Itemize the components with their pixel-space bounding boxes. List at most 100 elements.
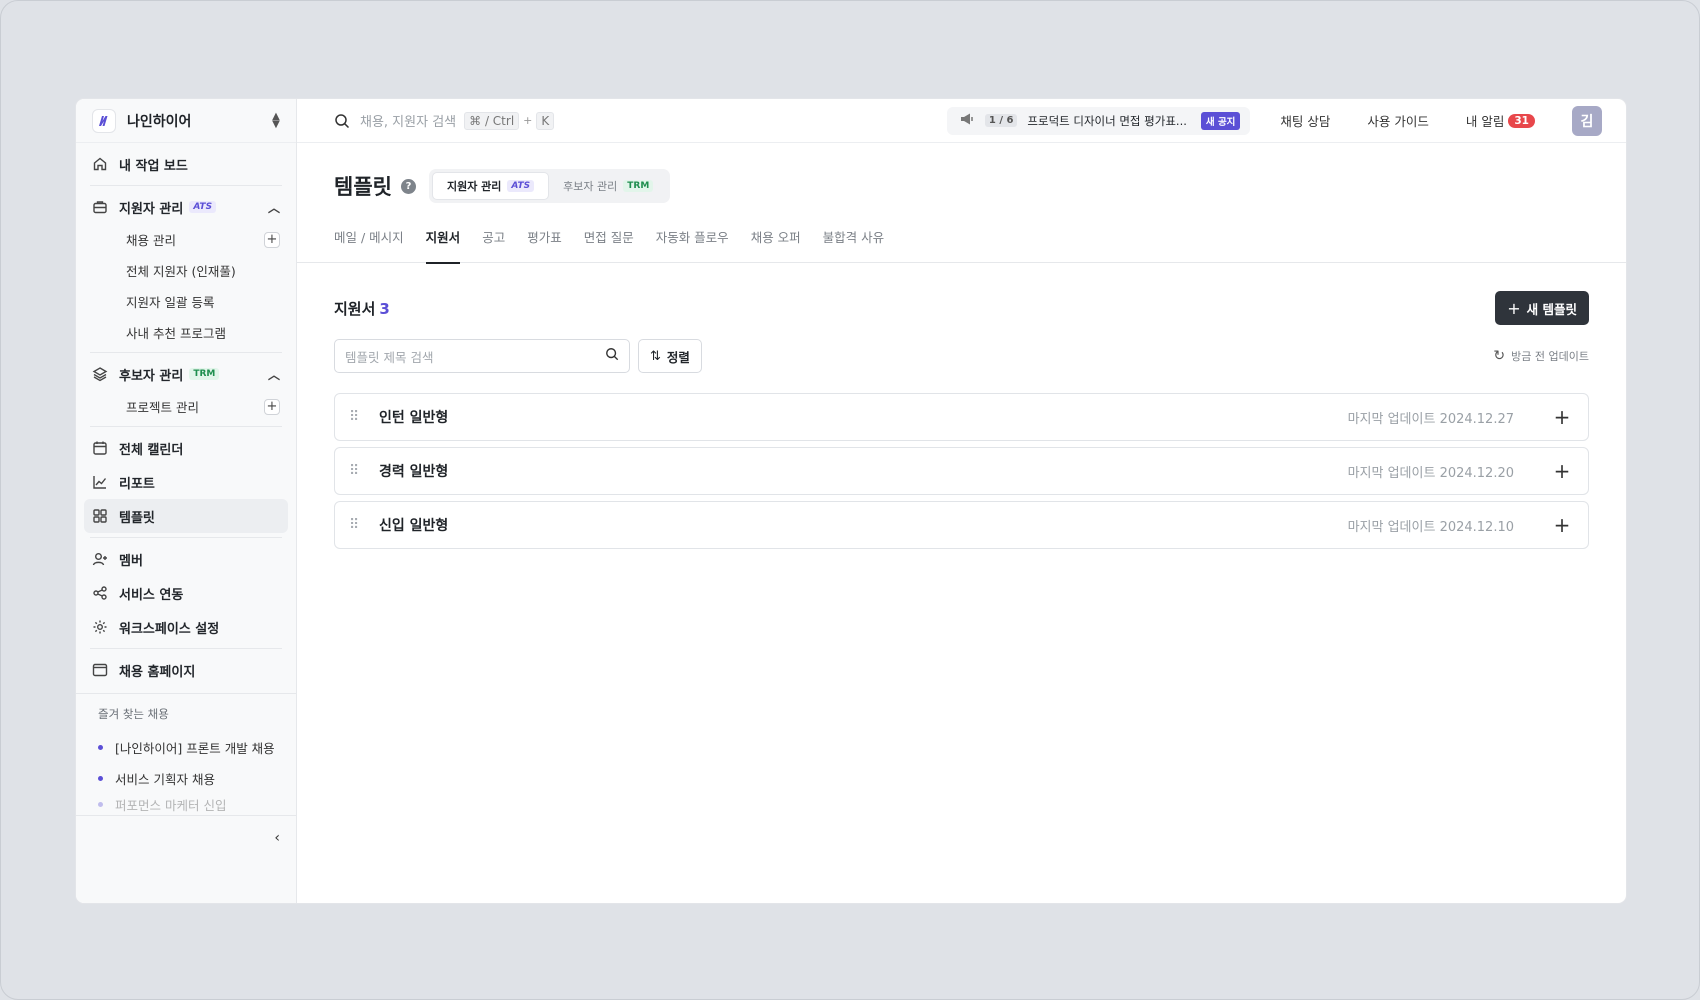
bullet-dot-icon (98, 776, 103, 781)
app-window: 나인하이어 ▲ ▼ 내 작업 보드 지원자 관리 ATS ︿ 채용 관리 + 전… (76, 99, 1626, 903)
sidebar-item-calendar[interactable]: 전체 캘린더 (84, 431, 288, 465)
page-header: 템플릿 ? 지원자 관리 ATS 후보자 관리 TRM (297, 143, 1626, 203)
user-guide-link[interactable]: 사용 가이드 (1367, 111, 1428, 130)
sidebar-item-label: 내 작업 보드 (119, 158, 188, 174)
sidebar-item-report[interactable]: 리포트 (84, 465, 288, 499)
new-notice-badge: 새 공지 (1200, 111, 1241, 130)
tab-job-offer[interactable]: 채용 오퍼 (751, 223, 801, 263)
favorites-section: 즐겨 찾는 채용 [나인하이어] 프론트 개발 채용 서비스 기획자 채용 퍼포… (76, 693, 296, 814)
sidebar-item-integration[interactable]: 서비스 연동 (84, 576, 288, 610)
grid-icon (92, 508, 108, 524)
chevron-up-icon[interactable]: ︿ (268, 199, 280, 216)
drag-handle-icon[interactable]: ⠿ (349, 517, 365, 533)
favorite-item[interactable]: [나인하이어] 프론트 개발 채용 (98, 732, 280, 763)
section-title-label: 지원서 (334, 299, 376, 318)
search-placeholder: 템플릿 제목 검색 (345, 349, 434, 365)
favorites-title: 즐겨 찾는 채용 (98, 707, 169, 721)
favorite-item[interactable]: 서비스 기획자 채용 (98, 763, 280, 794)
sidebar-subitem-bulk-register[interactable]: 지원자 일괄 등록 (84, 286, 288, 317)
sort-arrows-icon: ⇅ (650, 348, 661, 364)
template-title: 경력 일반형 (379, 464, 449, 480)
search-icon[interactable] (605, 347, 619, 365)
gear-icon (92, 619, 108, 635)
list-item[interactable]: ⠿ 신입 일반형 마지막 업데이트 2024.12.10 + (334, 501, 1589, 549)
plus-icon: + (1507, 298, 1521, 318)
template-search-input[interactable]: 템플릿 제목 검색 (334, 339, 630, 373)
tab-evaluation[interactable]: 평가표 (527, 223, 562, 263)
share-icon (92, 585, 108, 601)
sidebar-item-ats[interactable]: 지원자 관리 ATS ︿ (84, 190, 288, 224)
plus-icon[interactable]: + (1552, 461, 1572, 481)
sidebar-item-homepage[interactable]: 채용 홈페이지 (84, 653, 288, 687)
home-icon (92, 156, 108, 172)
chevron-updown-icon[interactable]: ▲ ▼ (270, 111, 282, 129)
template-title: 신입 일반형 (379, 518, 449, 534)
notification-count-badge: 31 (1508, 113, 1535, 128)
sort-button[interactable]: ⇅ 정렬 (638, 339, 702, 373)
bullet-dot-icon (98, 745, 103, 750)
sidebar-subitem-talent-pool[interactable]: 전체 지원자 (인재풀) (84, 255, 288, 286)
notice-banner[interactable]: 1 / 6 프로덕트 디자이너 면접 평가표... 새 공지 (946, 106, 1251, 135)
shortcut-key: K (536, 111, 555, 130)
refresh-icon: ↻ (1493, 348, 1506, 364)
favorite-item[interactable]: 퍼포먼스 마케터 신입 (98, 794, 280, 814)
sidebar-item-label: 지원자 관리 (119, 201, 184, 217)
sidebar-item-settings[interactable]: 워크스페이스 설정 (84, 610, 288, 644)
sidebar-item-label: 리포트 (119, 476, 155, 492)
refresh-button[interactable]: ↻ 방금 전 업데이트 (1493, 348, 1589, 364)
divider (90, 185, 282, 186)
briefcase-icon (92, 199, 108, 215)
sidebar-item-label: 후보자 관리 (119, 368, 184, 384)
add-project-button[interactable]: + (264, 398, 280, 415)
segment-ats[interactable]: 지원자 관리 ATS (431, 172, 550, 200)
ats-badge: ATS (507, 180, 535, 192)
sidebar-item-dashboard[interactable]: 내 작업 보드 (84, 147, 288, 181)
shortcut-plus: + (523, 114, 533, 127)
sidebar-item-template[interactable]: 템플릿 (84, 499, 288, 533)
search-icon[interactable] (334, 113, 350, 129)
layers-icon (92, 366, 108, 382)
chevron-up-icon[interactable]: ︿ (268, 366, 280, 383)
tab-job-posting[interactable]: 공고 (482, 223, 505, 263)
section-title: 지원서 3 (334, 298, 390, 319)
window-frame: 나인하이어 ▲ ▼ 내 작업 보드 지원자 관리 ATS ︿ 채용 관리 + 전… (0, 0, 1700, 1000)
template-title: 인턴 일반형 (379, 410, 449, 426)
sidebar-item-label: 멤버 (119, 553, 143, 569)
sidebar-item-label: 채용 홈페이지 (119, 664, 196, 680)
tab-mail-message[interactable]: 메일 / 메시지 (334, 223, 404, 263)
tab-interview-questions[interactable]: 면접 질문 (584, 223, 634, 263)
sidebar-item-member[interactable]: 멤버 (84, 542, 288, 576)
list-item[interactable]: ⠿ 인턴 일반형 마지막 업데이트 2024.12.27 + (334, 393, 1589, 441)
drag-handle-icon[interactable]: ⠿ (349, 463, 365, 479)
sidebar-subitem-label: 사내 추천 프로그램 (126, 326, 226, 341)
segment-trm[interactable]: 후보자 관리 TRM (549, 172, 667, 200)
notifications-button[interactable]: 내 알림 31 (1466, 111, 1535, 130)
sidebar-subitem-referral[interactable]: 사내 추천 프로그램 (84, 317, 288, 348)
chat-support-link[interactable]: 채팅 상담 (1280, 111, 1330, 130)
avatar[interactable]: 김 (1572, 105, 1602, 136)
sidebar-subitem-projects[interactable]: 프로젝트 관리 + (84, 391, 288, 422)
workspace-switcher[interactable]: 나인하이어 ▲ ▼ (76, 99, 296, 143)
sidebar: 나인하이어 ▲ ▼ 내 작업 보드 지원자 관리 ATS ︿ 채용 관리 + 전… (76, 99, 297, 903)
sidebar-subitem-hiring[interactable]: 채용 관리 + (84, 224, 288, 255)
plus-icon[interactable]: + (1552, 407, 1572, 427)
tab-rejection-reasons[interactable]: 불합격 사유 (823, 223, 884, 263)
sidebar-item-trm[interactable]: 후보자 관리 TRM ︿ (84, 357, 288, 391)
page-title: 템플릿 (334, 175, 392, 199)
help-icon[interactable]: ? (400, 178, 416, 194)
sidebar-item-label: 서비스 연동 (119, 587, 184, 603)
template-tabs: 메일 / 메시지 지원서 공고 평가표 면접 질문 자동화 플로우 채용 오퍼 … (297, 223, 1626, 264)
list-item[interactable]: ⠿ 경력 일반형 마지막 업데이트 2024.12.20 + (334, 447, 1589, 495)
global-search-input[interactable]: 채용, 지원자 검색 (360, 111, 456, 130)
workspace-logo-icon (92, 108, 116, 133)
tab-application-form[interactable]: 지원서 (425, 223, 460, 264)
add-hiring-button[interactable]: + (264, 231, 280, 248)
notice-count: 1 / 6 (984, 114, 1018, 127)
workspace-name: 나인하이어 (127, 113, 192, 130)
plus-icon[interactable]: + (1552, 515, 1572, 535)
new-template-button[interactable]: + 새 템플릿 (1495, 291, 1589, 325)
collapse-sidebar-chevron-left-icon[interactable]: ‹ (274, 830, 280, 846)
sidebar-subitem-label: 프로젝트 관리 (126, 400, 199, 415)
drag-handle-icon[interactable]: ⠿ (349, 409, 365, 425)
tab-automation-flow[interactable]: 자동화 플로우 (656, 223, 729, 263)
